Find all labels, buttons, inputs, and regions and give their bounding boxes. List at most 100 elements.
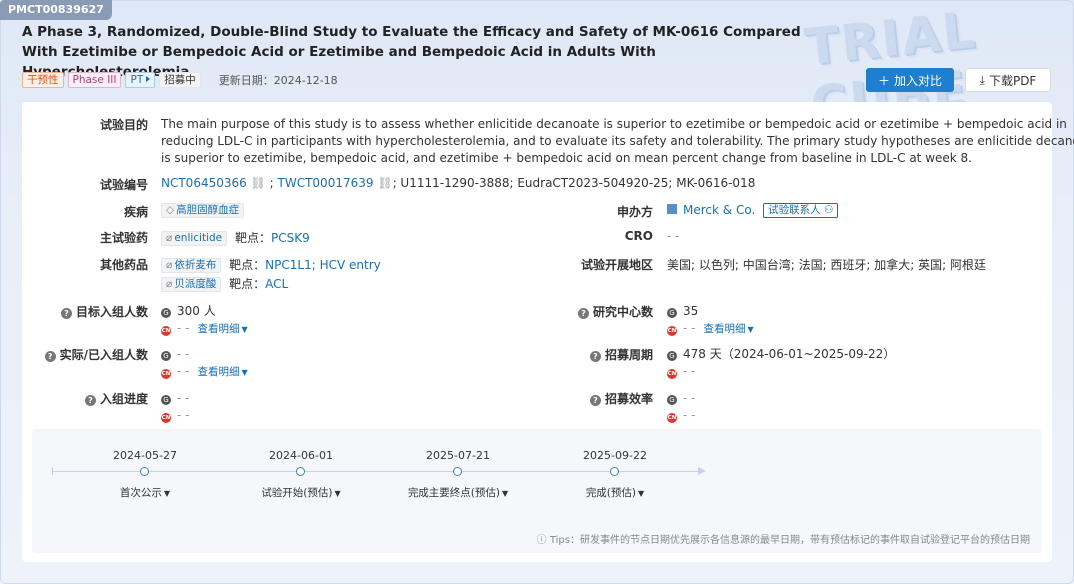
actual-enroll-text: 实际/已入组人数	[59, 348, 148, 362]
disease-value: ◇ 高胆固醇血症	[161, 203, 245, 218]
enroll-progress-text: 入组进度	[99, 392, 148, 406]
target-link[interactable]: ACL	[265, 277, 288, 291]
global-value: 478 天（2024-06-01~2025-09-22）	[683, 347, 896, 361]
twct-link[interactable]: TWCT00017639	[278, 176, 374, 190]
plus-icon: ＋	[877, 73, 890, 88]
add-compare-button[interactable]: ＋ 加入对比	[866, 68, 954, 92]
view-details-label: 查看明细	[197, 323, 240, 335]
recruit-efficiency-value: G - - CN - -	[667, 390, 695, 424]
trial-contact-button[interactable]: 试验联系人 ⚇	[763, 203, 839, 218]
milestone-event[interactable]: 完成(预估) ▼	[545, 485, 685, 500]
milestone-node	[453, 467, 462, 476]
global-source-icon: G	[667, 308, 677, 318]
centers-label: ? 研究中心数	[542, 303, 653, 320]
target-enroll-text: 目标入组人数	[75, 305, 148, 319]
cn-row: CN - - 查看明细 ▼	[667, 320, 754, 338]
separator: ;	[269, 176, 278, 190]
update-label: 更新日期：	[218, 74, 274, 87]
diamond-icon: ◇	[166, 204, 175, 216]
update-value: 2024-12-18	[273, 74, 338, 87]
target-link[interactable]: PCSK9	[271, 231, 310, 245]
pill-icon: ⌀	[166, 232, 173, 244]
recruit-period-label: ? 招募周期	[542, 346, 653, 363]
trial-details-card: 试验目的 The main purpose of this study is t…	[22, 102, 1074, 562]
help-icon[interactable]: ?	[589, 351, 601, 362]
tag-status: 招募中	[159, 72, 201, 88]
global-value: 300 人	[177, 304, 216, 318]
help-icon[interactable]: ?	[589, 395, 601, 406]
china-source-icon: CN	[667, 369, 677, 379]
milestone-event[interactable]: 首次公示 ▼	[75, 485, 215, 500]
enroll-progress-value: G - - CN - -	[161, 390, 189, 424]
drug-name: enlicitide	[174, 232, 223, 244]
other-drug-row: ⌀ 依折麦布 靶点：NPC1L1; HCV entry	[161, 256, 381, 275]
link-icon: ⛓	[377, 176, 393, 190]
timeline-tips: ⓘ Tips：研发事件的节点日期优先展示各信息源的最早日期，带有预估标记的事件取…	[536, 535, 1030, 546]
disease-chip[interactable]: ◇ 高胆固醇血症	[161, 203, 245, 218]
view-details-label: 查看明细	[703, 323, 746, 335]
global-row: G- -	[161, 346, 248, 363]
cn-row: CN - -	[667, 363, 895, 380]
cn-value: - -	[683, 364, 696, 378]
sponsor-link[interactable]: Merck & Co.	[683, 203, 755, 217]
target-link[interactable]: NPC1L1; HCV entry	[265, 258, 381, 272]
company-icon	[667, 204, 677, 214]
help-icon[interactable]: ?	[84, 395, 96, 406]
recruit-period-text: 招募周期	[604, 348, 653, 362]
view-details-link[interactable]: 查看明细 ▼	[703, 323, 753, 335]
download-pdf-label: 下载PDF	[988, 73, 1037, 88]
drug-chip[interactable]: ⌀ 依折麦布	[161, 258, 222, 273]
download-pdf-button[interactable]: ⤓ 下载PDF	[965, 68, 1051, 92]
global-value: 35	[683, 304, 699, 318]
view-details-label: 查看明细	[197, 366, 240, 378]
recruit-efficiency-label: ? 招募效率	[542, 390, 653, 407]
china-source-icon: CN	[667, 326, 677, 336]
milestone-date: 2024-06-01	[269, 449, 333, 462]
milestone-node	[610, 467, 619, 476]
sponsor-value: Merck & Co. 试验联系人 ⚇	[667, 203, 839, 218]
view-details-link[interactable]: 查看明细 ▼	[197, 323, 247, 335]
purpose-label: 试验目的	[99, 118, 148, 132]
other-ids: ; U1111-1290-3888; EudraCT2023-504920-25…	[392, 176, 756, 190]
person-icon: ⚇	[823, 204, 834, 216]
target-enroll-label: ? 目标入组人数	[22, 303, 148, 320]
disease-label: 疾病	[123, 205, 148, 219]
trial-ids-label: 试验编号	[99, 178, 148, 192]
help-icon[interactable]: ?	[577, 308, 589, 319]
milestone-event-label: 完成主要终点(预估)	[407, 487, 501, 499]
global-source-icon: G	[667, 351, 677, 361]
cn-value: - -	[177, 364, 190, 378]
cn-value: - -	[177, 408, 190, 422]
global-source-icon: G	[667, 395, 677, 405]
other-drugs-label: 其他药品	[99, 258, 148, 272]
milestone-event-label: 完成(预估)	[585, 487, 637, 499]
nct-link[interactable]: NCT06450366	[161, 176, 247, 190]
help-icon[interactable]: ?	[44, 351, 56, 362]
drug-chip[interactable]: ⌀ enlicitide	[161, 231, 228, 246]
recruit-period-value: G 478 天（2024-06-01~2025-09-22） CN - -	[667, 346, 895, 380]
milestone-date: 2025-07-21	[426, 449, 490, 462]
main-drug-value: ⌀ enlicitide 靶点：PCSK9	[161, 229, 310, 246]
trial-meta-row: 干预性 Phase III PT 招募中 更新日期：2024-12-18	[22, 72, 338, 88]
sponsor-label: 申办方	[616, 205, 653, 219]
view-details-link[interactable]: 查看明细 ▼	[197, 366, 247, 378]
global-value: - -	[177, 347, 190, 361]
timeline-arrow-icon	[698, 467, 706, 475]
global-value: - -	[683, 391, 696, 405]
centers-text: 研究中心数	[592, 305, 653, 319]
enroll-progress-label: ? 入组进度	[22, 390, 148, 407]
tag-pt[interactable]: PT	[125, 72, 156, 88]
centers-value: G 35 CN - - 查看明细 ▼	[667, 303, 754, 338]
pill-icon: ⌀	[166, 259, 173, 271]
global-source-icon: G	[161, 351, 171, 361]
download-icon: ⤓	[979, 72, 985, 87]
milestone-event[interactable]: 完成主要终点(预估) ▼	[388, 485, 528, 500]
milestone-event[interactable]: 试验开始(预估) ▼	[231, 485, 371, 500]
china-source-icon: CN	[161, 413, 171, 423]
main-drug-label: 主试验药	[99, 231, 148, 245]
cn-value: - -	[683, 321, 696, 335]
help-icon[interactable]: ?	[60, 308, 72, 319]
drug-chip[interactable]: ⌀ 贝派度酸	[161, 277, 222, 292]
other-drugs-value: ⌀ 依折麦布 靶点：NPC1L1; HCV entry ⌀ 贝派度酸 靶点：ACL	[161, 256, 381, 294]
target-enroll-value: G 300 人 CN - - 查看明细 ▼	[161, 303, 248, 338]
